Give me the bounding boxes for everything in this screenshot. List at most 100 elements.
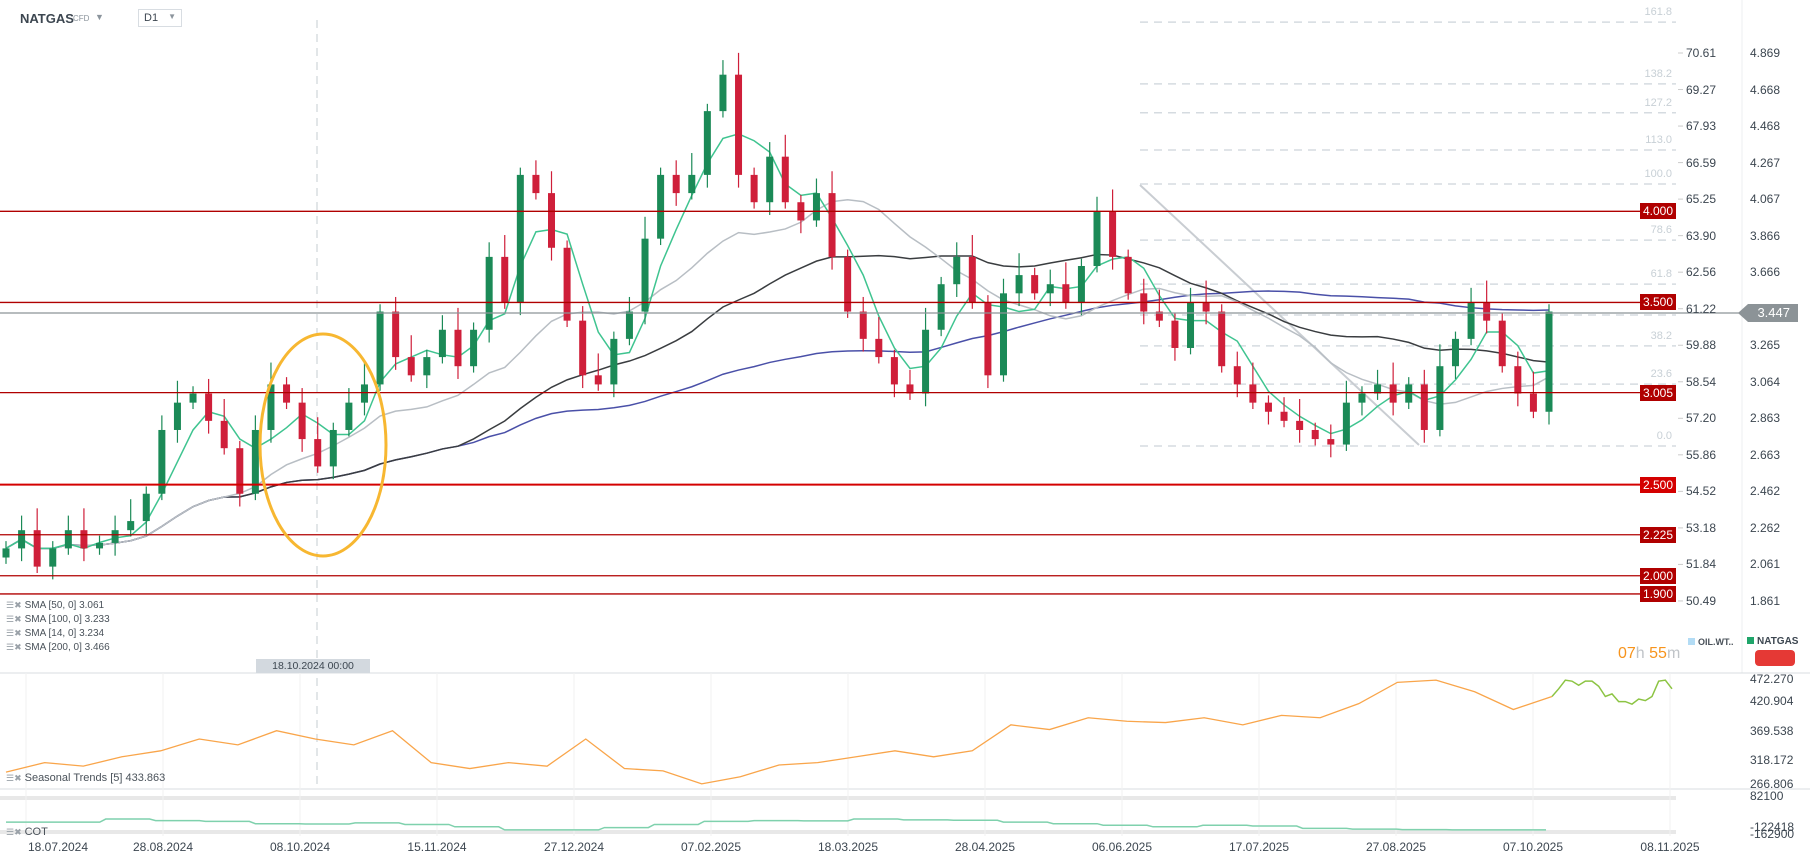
candle-body <box>345 402 353 430</box>
indicator-sma-14[interactable]: ☰✖ SMA [14, 0] 3.234 <box>6 628 104 639</box>
left-axis-label: 55.86 <box>1686 447 1717 462</box>
left-axis-label: 69.27 <box>1686 82 1717 97</box>
fib-level-label: 113.0 <box>1645 133 1672 146</box>
indicator-sma-50[interactable]: ☰✖ SMA [50, 0] 3.061 <box>6 600 104 611</box>
seasonal-axis-label: 472.270 <box>1750 672 1794 686</box>
settings-icon[interactable]: ☰✖ <box>6 773 22 783</box>
candle-body <box>1358 393 1366 403</box>
candle-body <box>283 384 291 403</box>
candle-body <box>64 530 72 549</box>
candle-body <box>205 393 213 421</box>
candle-body <box>844 256 852 312</box>
candle-body <box>1296 420 1304 430</box>
right-axis-label: 2.462 <box>1750 484 1781 499</box>
seasonal-forecast-line <box>1551 679 1673 706</box>
candle-body <box>1062 284 1070 303</box>
level-price-label[interactable]: 2.000 <box>1640 567 1676 584</box>
cot-axis-label: 82100 <box>1750 789 1784 803</box>
candle-body <box>1311 429 1319 440</box>
candle-body <box>1015 275 1023 294</box>
right-axis-label: 4.468 <box>1750 119 1781 134</box>
candle-body <box>1077 265 1085 303</box>
candle-body <box>485 256 493 330</box>
candle-body <box>735 74 743 175</box>
compare-legend-natgas[interactable]: NATGAS <box>1747 636 1798 647</box>
candle-body <box>329 429 337 467</box>
candle-body <box>1187 302 1195 348</box>
right-axis-label: 2.863 <box>1750 411 1781 426</box>
indicator-cot[interactable]: ☰✖ COT <box>6 826 48 838</box>
sma-100-line <box>5 253 1550 550</box>
settings-icon[interactable]: ☰✖ <box>6 628 22 638</box>
price-chart[interactable] <box>0 0 1810 865</box>
right-axis-label: 3.064 <box>1750 374 1781 389</box>
candle-body <box>1420 384 1428 430</box>
candle-body <box>922 329 930 394</box>
sma-200-line <box>5 290 1550 550</box>
x-axis-date: 28.08.2024 <box>132 840 194 854</box>
left-axis-label: 50.49 <box>1686 593 1717 608</box>
fib-level-label: 100.0 <box>1644 168 1672 180</box>
right-axis-label: 4.267 <box>1750 155 1781 170</box>
candle-body <box>999 293 1007 376</box>
candle-body <box>1327 439 1335 445</box>
settings-icon[interactable]: ☰✖ <box>6 600 22 610</box>
candle-body <box>1467 302 1475 339</box>
candle-body <box>828 193 836 257</box>
right-axis-label: 2.061 <box>1750 557 1781 572</box>
left-axis-label: 61.22 <box>1686 301 1717 316</box>
candle-body <box>314 439 322 467</box>
highlight-ellipse <box>258 332 388 558</box>
x-axis-date: 15.11.2024 <box>407 840 467 854</box>
candle-body <box>470 329 478 367</box>
candle-body <box>719 74 727 112</box>
x-axis-date: 27.08.2025 <box>1365 840 1427 854</box>
fib-level-label: 0.0 <box>1656 430 1672 442</box>
candle-body <box>423 357 431 376</box>
candle-body <box>111 530 119 543</box>
cot-line <box>6 818 1546 831</box>
candle-body <box>890 357 898 385</box>
candle-body <box>1202 302 1210 312</box>
level-price-label[interactable]: 2.500 <box>1640 476 1676 493</box>
candle-body <box>220 420 228 449</box>
sell-button[interactable] <box>1755 650 1795 666</box>
level-price-label[interactable]: 4.000 <box>1640 203 1676 220</box>
candle-body <box>953 256 961 285</box>
candle-body <box>781 156 789 203</box>
x-axis-date: 06.06.2025 <box>1091 840 1153 854</box>
indicator-sma-200[interactable]: ☰✖ SMA [200, 0] 3.466 <box>6 642 110 653</box>
current-price-tag: 3.447 <box>1738 304 1798 322</box>
cot-axis-label: -162900 <box>1750 827 1795 841</box>
compare-legend-oil[interactable]: OIL.WT.. <box>1688 637 1734 647</box>
candle-body <box>937 284 945 330</box>
candle-body <box>18 530 26 549</box>
left-axis-label: 65.25 <box>1686 192 1717 207</box>
candle-body <box>236 448 244 494</box>
left-axis-label: 62.56 <box>1686 265 1717 280</box>
level-price-label[interactable]: 3.500 <box>1640 294 1676 311</box>
candle-body <box>1280 411 1288 421</box>
candle-body <box>189 393 197 403</box>
fib-level-label: 61.8 <box>1650 268 1672 281</box>
settings-icon[interactable]: ☰✖ <box>6 614 22 624</box>
level-price-label[interactable]: 3.005 <box>1640 384 1676 401</box>
indicator-sma-100[interactable]: ☰✖ SMA [100, 0] 3.233 <box>6 614 110 625</box>
left-axis-label: 58.54 <box>1686 374 1717 389</box>
settings-icon[interactable]: ☰✖ <box>6 827 22 837</box>
fib-level-label: 78.6 <box>1650 224 1672 237</box>
right-axis-label: 3.265 <box>1750 338 1781 353</box>
candle-body <box>1483 302 1491 321</box>
cot-band-top <box>0 796 1676 800</box>
candle-body <box>1046 284 1054 294</box>
level-price-label[interactable]: 2.225 <box>1640 526 1676 543</box>
settings-icon[interactable]: ☰✖ <box>6 642 22 652</box>
indicator-seasonal-trends[interactable]: ☰✖ Seasonal Trends [5] 433.863 <box>6 772 165 784</box>
candle-body <box>875 338 883 358</box>
level-price-label[interactable]: 1.900 <box>1640 585 1676 602</box>
right-axis-label: 3.866 <box>1750 228 1781 243</box>
candle-body <box>594 375 602 385</box>
candle-body <box>1342 402 1350 445</box>
left-axis-label: 51.84 <box>1686 557 1717 572</box>
seasonal-axis-label: 369.538 <box>1750 724 1794 738</box>
